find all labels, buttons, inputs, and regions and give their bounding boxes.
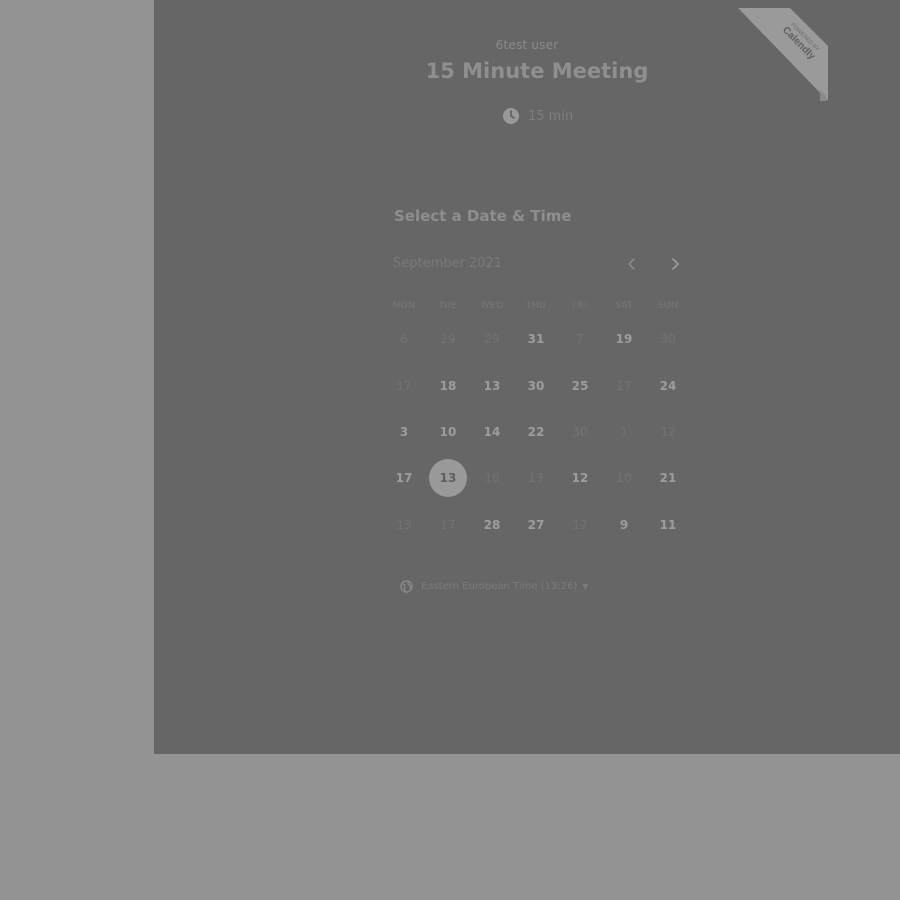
calendar-day-selected[interactable]: 13	[429, 459, 467, 497]
calendar-day[interactable]: 13	[473, 367, 511, 405]
calendar-day: 29	[484, 332, 500, 346]
calendar-day: 17	[572, 518, 588, 532]
weekday-sat: SAT	[614, 301, 634, 311]
calendar-day: 17	[396, 379, 412, 393]
calendar-day[interactable]: 22	[517, 413, 555, 451]
organizer-name: 6test user	[495, 38, 559, 52]
caret-down-icon: ▼	[582, 582, 589, 591]
globe-icon	[400, 580, 413, 593]
calendar-day[interactable]: 28	[473, 506, 511, 544]
timezone-label: Eastern European Time (13:26)	[421, 581, 578, 592]
calendar-day[interactable]: 31	[517, 320, 555, 358]
calendar-day: 30	[572, 425, 588, 439]
calendar-day[interactable]: 18	[429, 367, 467, 405]
calendar-day: 1	[620, 425, 628, 439]
calendar-day[interactable]: 14	[473, 413, 511, 451]
calendar-day: 17	[440, 518, 456, 532]
calendar-day: 29	[440, 332, 456, 346]
calendar-day: 17	[616, 379, 632, 393]
calendar-day[interactable]: 11	[649, 506, 687, 544]
calendar-day: 30	[660, 332, 676, 346]
weekday-thu: THU	[525, 301, 547, 311]
previous-month-button[interactable]	[622, 254, 642, 274]
calendar-day[interactable]: 9	[605, 506, 643, 544]
calendar-day: 7	[576, 332, 584, 346]
chevron-right-icon	[672, 258, 679, 270]
calendar-day: 10	[616, 471, 632, 485]
select-date-time-heading: Select a Date & Time	[394, 207, 572, 225]
weekday-wed: WED	[480, 301, 504, 311]
calendar-day[interactable]: 10	[429, 413, 467, 451]
calendar-day: 13	[396, 518, 412, 532]
calendar-day: 13	[528, 471, 544, 485]
calendar-month-label: September 2021	[393, 256, 503, 271]
calendar-day: 6	[400, 332, 408, 346]
calendar-day: 12	[660, 425, 676, 439]
calendar-day[interactable]: 12	[561, 459, 599, 497]
weekday-tue: TUE	[438, 301, 458, 311]
next-month-button[interactable]	[665, 254, 685, 274]
calendar-day[interactable]: 21	[649, 459, 687, 497]
calendar-day: 18	[484, 471, 500, 485]
calendar-day[interactable]: 3	[385, 413, 423, 451]
calendar-day[interactable]: 17	[385, 459, 423, 497]
weekday-fri: FRI	[572, 301, 588, 311]
calendar-day[interactable]: 27	[517, 506, 555, 544]
weekday-mon: MON	[392, 301, 416, 311]
event-duration: 15 min	[502, 107, 573, 125]
event-title: 15 Minute Meeting	[425, 59, 649, 83]
chevron-left-icon	[628, 258, 635, 270]
powered-by-calendly-badge[interactable]: POWERED BY Calendly	[738, 8, 828, 101]
calendar-day[interactable]: 24	[649, 367, 687, 405]
clock-icon	[503, 108, 519, 124]
duration-label: 15 min	[528, 108, 574, 124]
timezone-selector[interactable]: Eastern European Time (13:26) ▼	[400, 580, 588, 593]
calendar-day[interactable]: 30	[517, 367, 555, 405]
weekday-sun: SUN	[657, 301, 679, 311]
calendar-day[interactable]: 19	[605, 320, 643, 358]
calendar-day[interactable]: 25	[561, 367, 599, 405]
